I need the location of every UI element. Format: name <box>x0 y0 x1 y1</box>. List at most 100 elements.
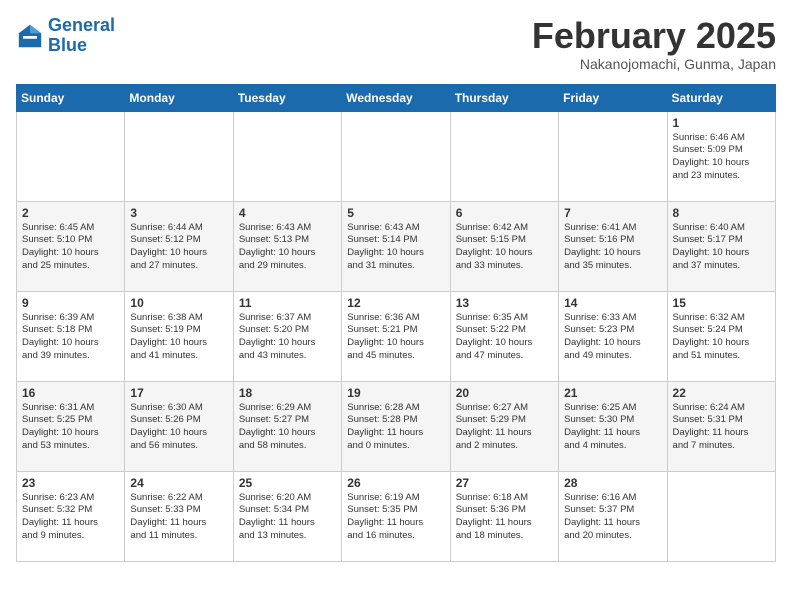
calendar-cell: 14 Sunrise: 6:33 AM Sunset: 5:23 PM Dayli… <box>559 291 667 381</box>
day-info: Sunrise: 6:20 AM Sunset: 5:34 PM Dayligh… <box>239 492 336 543</box>
page-header: General Blue February 2025 Nakanojomachi… <box>16 16 776 72</box>
day-info: Sunrise: 6:38 AM Sunset: 5:19 PM Dayligh… <box>130 312 227 363</box>
calendar-cell <box>559 111 667 201</box>
calendar-cell: 19Sunrise: 6:28 AM Sunset: 5:28 PM Dayli… <box>342 381 450 471</box>
calendar-cell: 23 Sunrise: 6:23 AM Sunset: 5:32 PM Dayli… <box>17 471 125 561</box>
day-info: Sunrise: 6:29 AM Sunset: 5:27 PM Dayligh… <box>239 402 336 453</box>
calendar-cell: 25 Sunrise: 6:20 AM Sunset: 5:34 PM Dayli… <box>233 471 341 561</box>
calendar-header: SundayMondayTuesdayWednesdayThursdayFrid… <box>17 84 776 111</box>
calendar-cell: 22 Sunrise: 6:24 AM Sunset: 5:31 PM Dayli… <box>667 381 775 471</box>
day-number: 24 <box>130 476 227 490</box>
weekday-header: Wednesday <box>342 84 450 111</box>
day-number: 12 <box>347 296 444 310</box>
day-number: 26 <box>347 476 444 490</box>
calendar-week-row: 16 Sunrise: 6:31 AM Sunset: 5:25 PM Dayli… <box>17 381 776 471</box>
calendar-cell: 17 Sunrise: 6:30 AM Sunset: 5:26 PM Dayli… <box>125 381 233 471</box>
day-number: 7 <box>564 206 661 220</box>
weekday-header: Thursday <box>450 84 558 111</box>
day-number: 1 <box>673 116 770 130</box>
day-number: 17 <box>130 386 227 400</box>
calendar-cell: 15Sunrise: 6:32 AM Sunset: 5:24 PM Dayli… <box>667 291 775 381</box>
calendar-cell: 3 Sunrise: 6:44 AM Sunset: 5:12 PM Daylig… <box>125 201 233 291</box>
day-info: Sunrise: 6:33 AM Sunset: 5:23 PM Dayligh… <box>564 312 661 363</box>
day-number: 21 <box>564 386 661 400</box>
day-info: Sunrise: 6:23 AM Sunset: 5:32 PM Dayligh… <box>22 492 119 543</box>
day-info: Sunrise: 6:19 AM Sunset: 5:35 PM Dayligh… <box>347 492 444 543</box>
calendar-title: February 2025 <box>532 16 776 56</box>
day-number: 11 <box>239 296 336 310</box>
day-number: 8 <box>673 206 770 220</box>
calendar-week-row: 2 Sunrise: 6:45 AM Sunset: 5:10 PM Daylig… <box>17 201 776 291</box>
calendar-cell: 28 Sunrise: 6:16 AM Sunset: 5:37 PM Dayli… <box>559 471 667 561</box>
day-number: 20 <box>456 386 553 400</box>
calendar-cell: 10Sunrise: 6:38 AM Sunset: 5:19 PM Dayli… <box>125 291 233 381</box>
weekday-row: SundayMondayTuesdayWednesdayThursdayFrid… <box>17 84 776 111</box>
day-number: 15 <box>673 296 770 310</box>
day-number: 16 <box>22 386 119 400</box>
day-info: Sunrise: 6:43 AM Sunset: 5:14 PM Dayligh… <box>347 222 444 273</box>
day-number: 25 <box>239 476 336 490</box>
day-info: Sunrise: 6:39 AM Sunset: 5:18 PM Dayligh… <box>22 312 119 363</box>
logo: General Blue <box>16 16 115 56</box>
day-number: 28 <box>564 476 661 490</box>
day-info: Sunrise: 6:37 AM Sunset: 5:20 PM Dayligh… <box>239 312 336 363</box>
calendar-cell <box>342 111 450 201</box>
calendar-cell: 24 Sunrise: 6:22 AM Sunset: 5:33 PM Dayli… <box>125 471 233 561</box>
day-info: Sunrise: 6:40 AM Sunset: 5:17 PM Dayligh… <box>673 222 770 273</box>
day-number: 14 <box>564 296 661 310</box>
weekday-header: Sunday <box>17 84 125 111</box>
day-info: Sunrise: 6:42 AM Sunset: 5:15 PM Dayligh… <box>456 222 553 273</box>
calendar-cell: 4 Sunrise: 6:43 AM Sunset: 5:13 PM Daylig… <box>233 201 341 291</box>
calendar-table: SundayMondayTuesdayWednesdayThursdayFrid… <box>16 84 776 562</box>
calendar-body: 1 Sunrise: 6:46 AM Sunset: 5:09 PM Daylig… <box>17 111 776 561</box>
calendar-cell: 16 Sunrise: 6:31 AM Sunset: 5:25 PM Dayli… <box>17 381 125 471</box>
day-info: Sunrise: 6:18 AM Sunset: 5:36 PM Dayligh… <box>456 492 553 543</box>
day-info: Sunrise: 6:30 AM Sunset: 5:26 PM Dayligh… <box>130 402 227 453</box>
day-info: Sunrise: 6:22 AM Sunset: 5:33 PM Dayligh… <box>130 492 227 543</box>
calendar-cell: 13Sunrise: 6:35 AM Sunset: 5:22 PM Dayli… <box>450 291 558 381</box>
calendar-week-row: 1 Sunrise: 6:46 AM Sunset: 5:09 PM Daylig… <box>17 111 776 201</box>
weekday-header: Monday <box>125 84 233 111</box>
calendar-cell <box>125 111 233 201</box>
day-number: 9 <box>22 296 119 310</box>
title-block: February 2025 Nakanojomachi, Gunma, Japa… <box>532 16 776 72</box>
day-info: Sunrise: 6:43 AM Sunset: 5:13 PM Dayligh… <box>239 222 336 273</box>
calendar-cell <box>667 471 775 561</box>
day-info: Sunrise: 6:36 AM Sunset: 5:21 PM Dayligh… <box>347 312 444 363</box>
day-info: Sunrise: 6:46 AM Sunset: 5:09 PM Dayligh… <box>673 132 770 183</box>
day-info: Sunrise: 6:16 AM Sunset: 5:37 PM Dayligh… <box>564 492 661 543</box>
calendar-cell: 20 Sunrise: 6:27 AM Sunset: 5:29 PM Dayli… <box>450 381 558 471</box>
day-number: 18 <box>239 386 336 400</box>
day-info: Sunrise: 6:27 AM Sunset: 5:29 PM Dayligh… <box>456 402 553 453</box>
calendar-cell: 8 Sunrise: 6:40 AM Sunset: 5:17 PM Daylig… <box>667 201 775 291</box>
day-info: Sunrise: 6:35 AM Sunset: 5:22 PM Dayligh… <box>456 312 553 363</box>
day-info: Sunrise: 6:25 AM Sunset: 5:30 PM Dayligh… <box>564 402 661 453</box>
calendar-cell: 7 Sunrise: 6:41 AM Sunset: 5:16 PM Daylig… <box>559 201 667 291</box>
logo-text: General Blue <box>48 16 115 56</box>
weekday-header: Friday <box>559 84 667 111</box>
calendar-week-row: 9 Sunrise: 6:39 AM Sunset: 5:18 PM Daylig… <box>17 291 776 381</box>
day-info: Sunrise: 6:24 AM Sunset: 5:31 PM Dayligh… <box>673 402 770 453</box>
day-number: 22 <box>673 386 770 400</box>
calendar-week-row: 23 Sunrise: 6:23 AM Sunset: 5:32 PM Dayli… <box>17 471 776 561</box>
day-number: 3 <box>130 206 227 220</box>
day-number: 5 <box>347 206 444 220</box>
day-number: 4 <box>239 206 336 220</box>
calendar-cell: 26 Sunrise: 6:19 AM Sunset: 5:35 PM Dayli… <box>342 471 450 561</box>
day-number: 23 <box>22 476 119 490</box>
weekday-header: Saturday <box>667 84 775 111</box>
calendar-cell <box>450 111 558 201</box>
day-info: Sunrise: 6:31 AM Sunset: 5:25 PM Dayligh… <box>22 402 119 453</box>
calendar-cell: 5 Sunrise: 6:43 AM Sunset: 5:14 PM Daylig… <box>342 201 450 291</box>
calendar-cell: 11 Sunrise: 6:37 AM Sunset: 5:20 PM Dayli… <box>233 291 341 381</box>
calendar-cell: 1 Sunrise: 6:46 AM Sunset: 5:09 PM Daylig… <box>667 111 775 201</box>
day-number: 19 <box>347 386 444 400</box>
calendar-subtitle: Nakanojomachi, Gunma, Japan <box>532 56 776 72</box>
day-number: 2 <box>22 206 119 220</box>
day-info: Sunrise: 6:45 AM Sunset: 5:10 PM Dayligh… <box>22 222 119 273</box>
day-info: Sunrise: 6:41 AM Sunset: 5:16 PM Dayligh… <box>564 222 661 273</box>
day-info: Sunrise: 6:44 AM Sunset: 5:12 PM Dayligh… <box>130 222 227 273</box>
weekday-header: Tuesday <box>233 84 341 111</box>
logo-icon <box>16 22 44 50</box>
calendar-cell: 2 Sunrise: 6:45 AM Sunset: 5:10 PM Daylig… <box>17 201 125 291</box>
